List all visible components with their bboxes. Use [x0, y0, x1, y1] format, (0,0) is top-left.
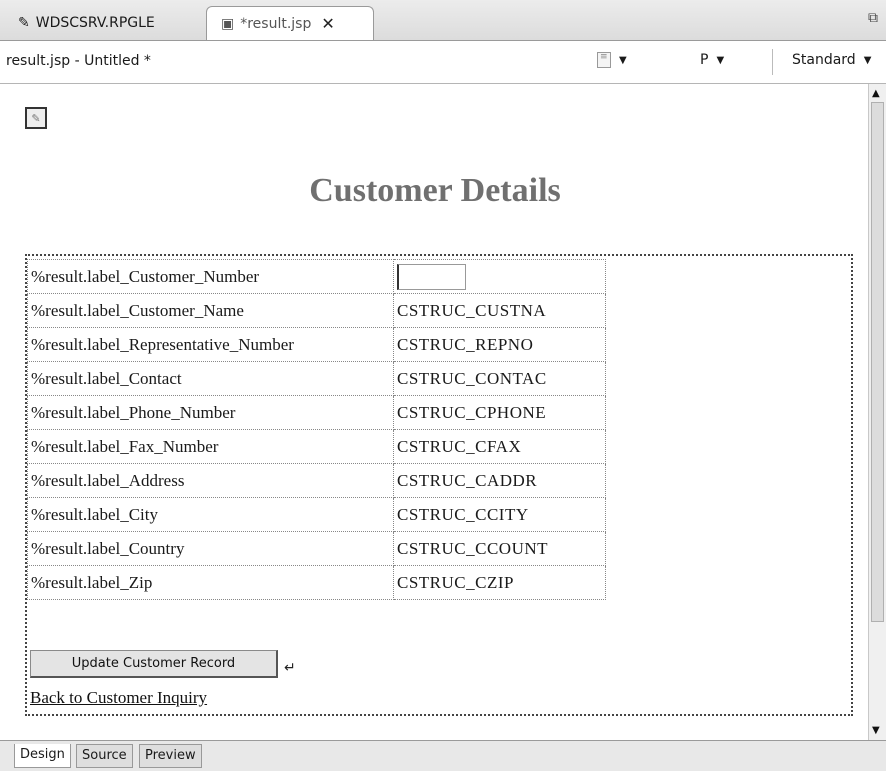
table-row: %result.label_Country CSTRUC_CCOUNT	[27, 531, 606, 566]
field-label: %result.label_Phone_Number	[27, 395, 394, 430]
paragraph-style-dropdown[interactable]: P ▼	[700, 52, 724, 68]
field-value: CSTRUC_CZIP	[393, 565, 606, 600]
table-row: %result.label_City CSTRUC_CCITY	[27, 497, 606, 532]
field-label: %result.label_Contact	[27, 361, 394, 396]
field-value: CSTRUC_CFAX	[393, 429, 606, 464]
field-label: %result.label_Fax_Number	[27, 429, 394, 464]
editor-title-bar: result.jsp - Untitled * ≡ ▼ P ▼ Standard…	[0, 41, 886, 84]
dropdown-arrow-icon: ▼	[619, 54, 627, 66]
table-row: %result.label_Zip CSTRUC_CZIP	[27, 565, 606, 600]
table-row: %result.label_Phone_Number CSTRUC_CPHONE	[27, 395, 606, 430]
tab-design[interactable]: Design	[14, 744, 71, 768]
field-label: %result.label_Customer_Number	[27, 259, 394, 294]
design-canvas[interactable]: ✎ Customer Details %result.label_Custome…	[0, 84, 868, 740]
document-icon: ≡	[597, 52, 611, 68]
field-label: %result.label_Zip	[27, 565, 394, 600]
field-value: CSTRUC_CADDR	[393, 463, 606, 498]
image-placeholder-icon[interactable]: ✎	[25, 107, 47, 129]
dropdown-arrow-icon: ▼	[716, 54, 725, 66]
vertical-scrollbar[interactable]: ▲ ▼	[868, 84, 886, 740]
tab-result-jsp[interactable]: ▣ *result.jsp ✕	[206, 6, 374, 40]
table-row: %result.label_Fax_Number CSTRUC_CFAX	[27, 429, 606, 464]
field-label: %result.label_Address	[27, 463, 394, 498]
table-row: %result.label_Address CSTRUC_CADDR	[27, 463, 606, 498]
font-style-value: Standard	[792, 52, 856, 68]
field-value: CSTRUC_CUSTNA	[393, 293, 606, 328]
view-mode-tabs: Design Source Preview	[0, 740, 886, 771]
field-label: %result.label_Country	[27, 531, 394, 566]
tab-source[interactable]: Source	[76, 744, 133, 768]
editor-tab-bar: ✎ WDSCSRV.RPGLE ▣ *result.jsp ✕ ⧉	[0, 0, 886, 41]
field-label: %result.label_Customer_Name	[27, 293, 394, 328]
line-break-icon: ↵	[284, 660, 296, 676]
document-view-dropdown[interactable]: ≡ ▼	[597, 52, 627, 68]
field-value-cell	[393, 259, 606, 294]
tab-label: WDSCSRV.RPGLE	[35, 15, 155, 31]
table-row: %result.label_Customer_Number	[27, 259, 606, 294]
font-style-dropdown[interactable]: Standard ▼	[792, 52, 871, 68]
table-row: %result.label_Contact CSTRUC_CONTAC	[27, 361, 606, 396]
field-value: CSTRUC_REPNO	[393, 327, 606, 362]
restore-icon[interactable]: ⧉	[868, 10, 878, 26]
field-label: %result.label_City	[27, 497, 394, 532]
document-title: result.jsp - Untitled *	[6, 53, 151, 69]
page-heading[interactable]: Customer Details	[0, 172, 868, 210]
table-row: %result.label_Representative_Number CSTRU…	[27, 327, 606, 362]
toolbar-divider	[772, 49, 773, 75]
field-label: %result.label_Representative_Number	[27, 327, 394, 362]
tab-label: *result.jsp	[240, 15, 312, 32]
tab-preview[interactable]: Preview	[139, 744, 202, 768]
scroll-up-icon[interactable]: ▲	[872, 88, 880, 99]
pencil-icon: ✎	[18, 15, 30, 31]
back-to-customer-inquiry-link[interactable]: Back to Customer Inquiry	[30, 688, 207, 708]
scrollbar-thumb[interactable]	[871, 102, 884, 622]
field-value: CSTRUC_CCOUNT	[393, 531, 606, 566]
field-value: CSTRUC_CPHONE	[393, 395, 606, 430]
close-icon[interactable]: ✕	[321, 14, 334, 33]
field-value: CSTRUC_CCITY	[393, 497, 606, 532]
update-customer-record-button[interactable]: Update Customer Record	[30, 650, 278, 678]
table-row: %result.label_Customer_Name CSTRUC_CUSTNA	[27, 293, 606, 328]
scroll-down-icon[interactable]: ▼	[872, 725, 880, 736]
customer-details-table[interactable]: %result.label_Customer_Number %result.lab…	[27, 259, 606, 600]
jsp-file-icon: ▣	[221, 15, 235, 32]
tab-wdscsrv-rpgle[interactable]: ✎ WDSCSRV.RPGLE	[8, 6, 198, 40]
field-value: CSTRUC_CONTAC	[393, 361, 606, 396]
dropdown-arrow-icon: ▼	[863, 54, 872, 66]
customer-number-input[interactable]	[397, 263, 466, 290]
paragraph-style-value: P	[700, 52, 709, 68]
